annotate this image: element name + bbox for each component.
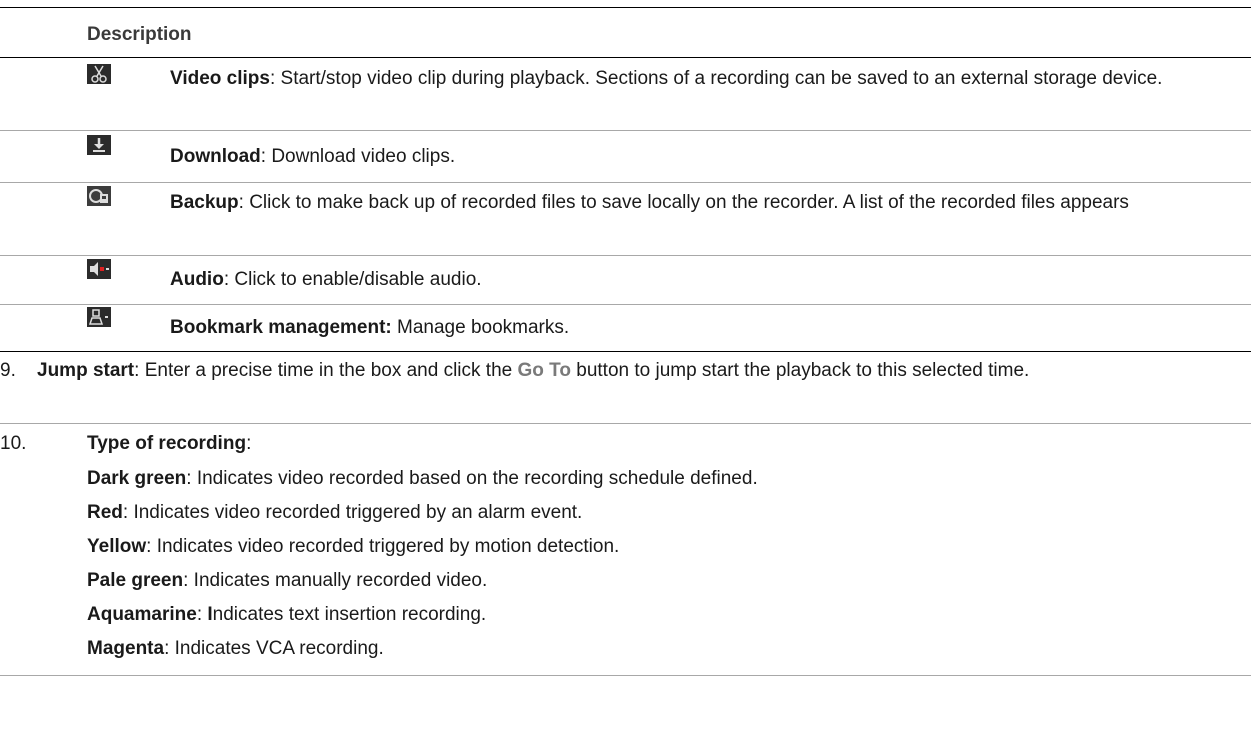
row-download: Download: Download video clips. <box>170 142 1231 171</box>
color-row-red: Red: Indicates video recorded triggered … <box>87 498 582 527</box>
table-bottom-border <box>0 351 1251 352</box>
scissors-icon <box>87 64 111 84</box>
row-bookmark-management: Bookmark management: Manage bookmarks. <box>170 313 1231 342</box>
item-type-of-recording: Type of recording: <box>87 429 251 458</box>
row-divider <box>0 255 1251 256</box>
color-text: : Indicates video recorded triggered by … <box>122 502 583 523</box>
bottom-divider <box>0 675 1251 676</box>
row-text: : Start/stop video clip during playback.… <box>269 68 1163 89</box>
table-top-border <box>0 7 1251 8</box>
download-icon <box>87 135 111 155</box>
row-title: Backup <box>170 192 239 213</box>
color-text: : Indicates VCA recording. <box>164 638 384 659</box>
color-text: : Indicates manually recorded video. <box>183 570 488 591</box>
row-divider <box>0 130 1251 131</box>
row-text: : Click to make back up of recorded file… <box>238 192 1129 213</box>
row-text: Manage bookmarks. <box>391 317 570 338</box>
row-divider <box>0 304 1251 305</box>
color-name: Magenta <box>87 638 165 659</box>
color-text: : Indicates video recorded triggered by … <box>146 536 620 557</box>
row-title: Video clips <box>170 68 270 89</box>
row-title: Download <box>170 146 261 167</box>
color-name: Pale green <box>87 570 184 591</box>
color-row-yellow: Yellow: Indicates video recorded trigger… <box>87 532 619 561</box>
audio-icon <box>87 259 111 279</box>
row-video-clips: Video clips: Start/stop video clip durin… <box>170 64 1231 93</box>
row-backup: Backup: Click to make back up of recorde… <box>170 188 1231 217</box>
item-number-9: 9. <box>0 360 16 381</box>
item-text: : Enter a precise time in the box and cl… <box>134 360 518 381</box>
color-name: Yellow <box>87 536 147 557</box>
color-row-aquamarine: Aquamarine: Indicates text insertion rec… <box>87 600 486 629</box>
header-bottom-border <box>0 57 1251 58</box>
item-jump-start: Jump start: Enter a precise time in the … <box>37 356 1231 385</box>
bookmark-icon <box>87 307 111 327</box>
color-text: ndicates text insertion recording. <box>212 604 487 625</box>
item-title: Jump start <box>37 360 135 381</box>
table-header-description: Description <box>87 24 192 45</box>
row-text: : Download video clips. <box>260 146 456 167</box>
backup-icon <box>87 186 111 206</box>
color-name: Aquamarine <box>87 604 197 625</box>
item-colon: : <box>246 433 252 454</box>
go-to-button-label: Go To <box>517 360 571 381</box>
color-row-magenta: Magenta: Indicates VCA recording. <box>87 634 384 663</box>
color-name: Dark green <box>87 468 187 489</box>
item-divider <box>0 423 1251 424</box>
item-title: Type of recording <box>87 433 247 454</box>
color-name: Red <box>87 502 123 523</box>
item-number-10: 10. <box>0 433 27 454</box>
color-text: : Indicates video recorded based on the … <box>186 468 758 489</box>
row-title: Bookmark management: <box>170 317 392 338</box>
color-row-pale-green: Pale green: Indicates manually recorded … <box>87 566 487 595</box>
color-separator: : <box>196 604 208 625</box>
row-audio: Audio: Click to enable/disable audio. <box>170 265 1231 294</box>
row-text: : Click to enable/disable audio. <box>223 269 482 290</box>
row-title: Audio <box>170 269 224 290</box>
item-text: button to jump start the playback to thi… <box>570 360 1030 381</box>
row-divider <box>0 182 1251 183</box>
color-row-dark-green: Dark green: Indicates video recorded bas… <box>87 464 758 493</box>
